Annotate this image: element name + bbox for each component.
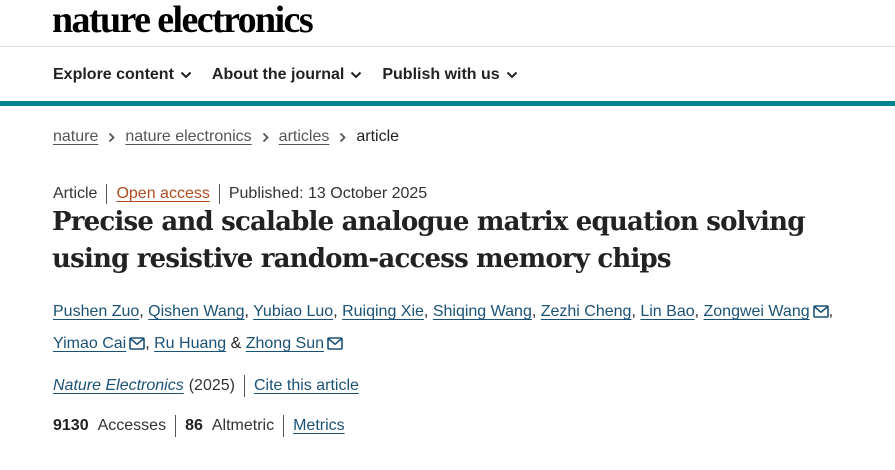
author-link[interactable]: Qishen Wang [148,303,244,320]
breadcrumb-articles[interactable]: articles [279,128,330,146]
header-divider [0,46,895,47]
chevron-right-icon [262,132,269,143]
citation-divider [243,375,245,397]
author-link[interactable]: Lin Bao [640,303,694,320]
chevron-down-icon [180,71,192,79]
nav-about-the-journal[interactable]: About the journal [212,66,362,84]
chevron-right-icon [339,132,347,143]
nav-item-label: Explore content [53,66,174,83]
author-link[interactable]: Zezhi Cheng [541,303,632,320]
author-link[interactable]: Zhong Sun [246,335,324,352]
article-metrics: 9130 Accesses 86 Altmetric Metrics [53,415,345,437]
article-meta: Article Open access Published: 13 Octobe… [53,184,427,204]
breadcrumb-current: article [356,128,400,145]
accesses-count: 9130 [53,417,89,434]
author-separator: , [631,303,641,320]
meta-divider [218,184,220,204]
chevron-right-icon [108,132,116,143]
chevron-down-icon [350,71,362,79]
author-link[interactable]: Ruiqing Xie [342,303,424,320]
author-link[interactable]: Shiqing Wang [433,303,532,320]
journal-citation: Nature Electronics (2025) Cite this arti… [53,375,359,397]
mail-icon[interactable] [129,331,146,361]
author-separator: , [139,303,149,320]
metrics-divider [283,415,285,437]
publication-year: (2025) [188,377,235,394]
main-nav: Explore content About the journal Publis… [53,64,538,86]
breadcrumb: nature nature electronics articles artic… [53,128,399,146]
open-access-link[interactable]: Open access [116,185,209,203]
nav-item-label: Publish with us [382,66,500,83]
article-type: Article [53,185,98,202]
author-separator: , [333,303,343,320]
author-link[interactable]: Yimao Cai [53,335,126,352]
author-separator: , [244,303,254,320]
author-list: Pushen Zuo, Qishen Wang, Yubiao Luo, Rui… [53,297,843,361]
metrics-link[interactable]: Metrics [293,417,345,435]
mail-icon[interactable] [327,331,343,361]
cite-this-article-link[interactable]: Cite this article [254,377,359,395]
chevron-down-icon [506,71,518,79]
nav-explore-content[interactable]: Explore content [53,66,192,84]
accent-bar [0,101,895,106]
author-separator: , [828,303,834,320]
author-separator: , [423,303,433,320]
author-link[interactable]: Yubiao Luo [253,303,333,320]
altmetric-count: 86 [185,417,203,434]
breadcrumb-nature[interactable]: nature [53,128,98,146]
meta-divider [106,184,108,204]
journal-name-link[interactable]: Nature Electronics [53,377,184,395]
published-date: Published: 13 October 2025 [228,185,428,202]
site-logo[interactable]: nature electronics [52,0,314,40]
author-separator: , [145,335,155,352]
author-link[interactable]: Ru Huang [154,335,226,352]
author-separator: , [531,303,541,320]
author-separator: , [694,303,704,320]
breadcrumb-nature-electronics[interactable]: nature electronics [125,128,251,146]
author-separator: & [226,335,246,352]
accesses-label: Accesses [97,417,167,434]
mail-icon[interactable] [812,299,829,329]
altmetric-label: Altmetric [211,417,275,434]
nav-item-label: About the journal [211,66,345,83]
author-link[interactable]: Zongwei Wang [704,303,810,320]
metrics-divider [175,415,177,437]
nav-publish-with-us[interactable]: Publish with us [382,66,517,84]
author-link[interactable]: Pushen Zuo [53,303,139,320]
article-title: Precise and scalable analogue matrix equ… [52,207,805,274]
